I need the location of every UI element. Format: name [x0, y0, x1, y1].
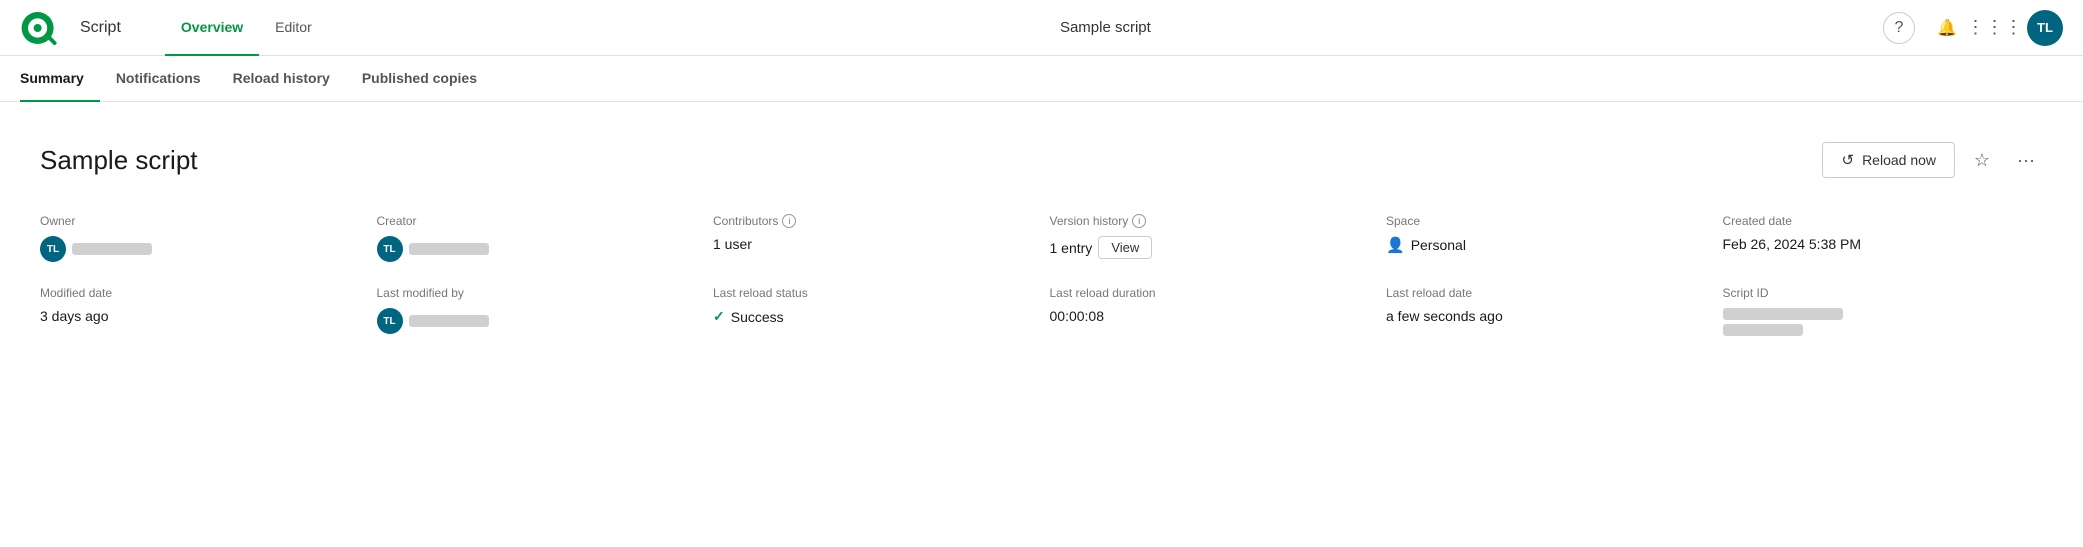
apps-grid-button[interactable]: ⋮⋮⋮ — [1979, 12, 2011, 44]
owner-value: TL — [40, 236, 361, 262]
contributors-label: Contributors i — [713, 214, 1034, 228]
last-modified-by-label: Last modified by — [377, 286, 698, 300]
script-id-value — [1723, 308, 2044, 336]
contributors-info-icon: i — [782, 214, 796, 228]
tab-reload-history[interactable]: Reload history — [217, 56, 346, 102]
meta-contributors: Contributors i 1 user — [713, 214, 1034, 262]
creator-name-redacted — [409, 243, 489, 255]
space-label: Space — [1386, 214, 1707, 228]
more-icon: ··· — [2017, 150, 2035, 171]
modified-date-value: 3 days ago — [40, 308, 361, 324]
meta-version-history: Version history i 1 entry View — [1050, 214, 1371, 262]
script-id-line2 — [1723, 324, 1803, 336]
meta-modified-date: Modified date 3 days ago — [40, 286, 361, 336]
modified-date-label: Modified date — [40, 286, 361, 300]
last-reload-status-value: ✓ Success — [713, 308, 1034, 325]
owner-label: Owner — [40, 214, 361, 228]
last-modified-avatar: TL — [377, 308, 403, 334]
meta-last-reload-duration: Last reload duration 00:00:08 — [1050, 286, 1371, 336]
last-reload-duration-value: 00:00:08 — [1050, 308, 1371, 324]
nav-link-editor[interactable]: Editor — [259, 0, 328, 56]
meta-last-reload-status: Last reload status ✓ Success — [713, 286, 1034, 336]
check-icon: ✓ — [713, 308, 725, 325]
last-modified-by-value: TL — [377, 308, 698, 334]
main-content: Sample script ↺ Reload now ☆ ··· Owner T… — [0, 102, 2083, 502]
app-title: Script — [80, 19, 121, 37]
meta-last-reload-date: Last reload date a few seconds ago — [1386, 286, 1707, 336]
reload-now-button[interactable]: ↺ Reload now — [1822, 142, 1955, 178]
help-button[interactable]: ? — [1883, 12, 1915, 44]
version-history-value: 1 entry View — [1050, 236, 1371, 259]
last-reload-date-label: Last reload date — [1386, 286, 1707, 300]
notifications-button[interactable]: 🔔 — [1931, 12, 1963, 44]
space-value: 👤 Personal — [1386, 236, 1707, 254]
tab-published-copies[interactable]: Published copies — [346, 56, 493, 102]
top-nav: Script Overview Editor Sample script ? 🔔… — [0, 0, 2083, 56]
creator-value: TL — [377, 236, 698, 262]
nav-links: Overview Editor — [165, 0, 328, 56]
last-reload-status-label: Last reload status — [713, 286, 1034, 300]
qlik-logo — [20, 10, 68, 46]
bell-icon: 🔔 — [1937, 18, 1957, 38]
script-id-line1 — [1723, 308, 1843, 320]
contributors-value: 1 user — [713, 236, 1034, 252]
view-history-button[interactable]: View — [1098, 236, 1152, 259]
logo-area: Script — [20, 10, 141, 46]
header-actions: ↺ Reload now ☆ ··· — [1822, 142, 2043, 178]
sub-tabs: Summary Notifications Reload history Pub… — [0, 56, 2083, 102]
star-icon: ☆ — [1974, 150, 1990, 171]
meta-grid: Owner TL Creator TL Contributors i 1 use… — [40, 214, 2043, 336]
help-icon: ? — [1895, 19, 1904, 37]
script-title: Sample script — [40, 145, 198, 176]
avatar-initials: TL — [2037, 20, 2053, 35]
last-reload-duration-label: Last reload duration — [1050, 286, 1371, 300]
creator-label: Creator — [377, 214, 698, 228]
script-id-label: Script ID — [1723, 286, 2044, 300]
meta-last-modified-by: Last modified by TL — [377, 286, 698, 336]
user-avatar[interactable]: TL — [2027, 10, 2063, 46]
owner-name-redacted — [72, 243, 152, 255]
created-date-label: Created date — [1723, 214, 2044, 228]
grid-icon: ⋮⋮⋮ — [1967, 17, 2024, 38]
reload-icon: ↺ — [1841, 151, 1854, 169]
nav-center-title: Sample script — [1060, 19, 1151, 36]
nav-link-overview[interactable]: Overview — [165, 0, 259, 56]
nav-right: ? 🔔 ⋮⋮⋮ TL — [1883, 10, 2063, 46]
tab-notifications[interactable]: Notifications — [100, 56, 217, 102]
owner-avatar: TL — [40, 236, 66, 262]
meta-script-id: Script ID — [1723, 286, 2044, 336]
nav-center: Sample script — [328, 19, 1883, 36]
version-history-label: Version history i — [1050, 214, 1371, 228]
version-info-icon: i — [1132, 214, 1146, 228]
meta-space: Space 👤 Personal — [1386, 214, 1707, 262]
created-date-value: Feb 26, 2024 5:38 PM — [1723, 236, 2044, 252]
creator-avatar: TL — [377, 236, 403, 262]
last-reload-date-value: a few seconds ago — [1386, 308, 1707, 324]
content-header: Sample script ↺ Reload now ☆ ··· — [40, 142, 2043, 178]
reload-now-label: Reload now — [1862, 152, 1936, 168]
person-space-icon: 👤 — [1386, 236, 1405, 254]
last-modified-name-redacted — [409, 315, 489, 327]
more-options-button[interactable]: ··· — [2009, 143, 2043, 177]
star-button[interactable]: ☆ — [1965, 143, 1999, 177]
meta-created-date: Created date Feb 26, 2024 5:38 PM — [1723, 214, 2044, 262]
tab-summary[interactable]: Summary — [20, 56, 100, 102]
meta-owner: Owner TL — [40, 214, 361, 262]
meta-creator: Creator TL — [377, 214, 698, 262]
